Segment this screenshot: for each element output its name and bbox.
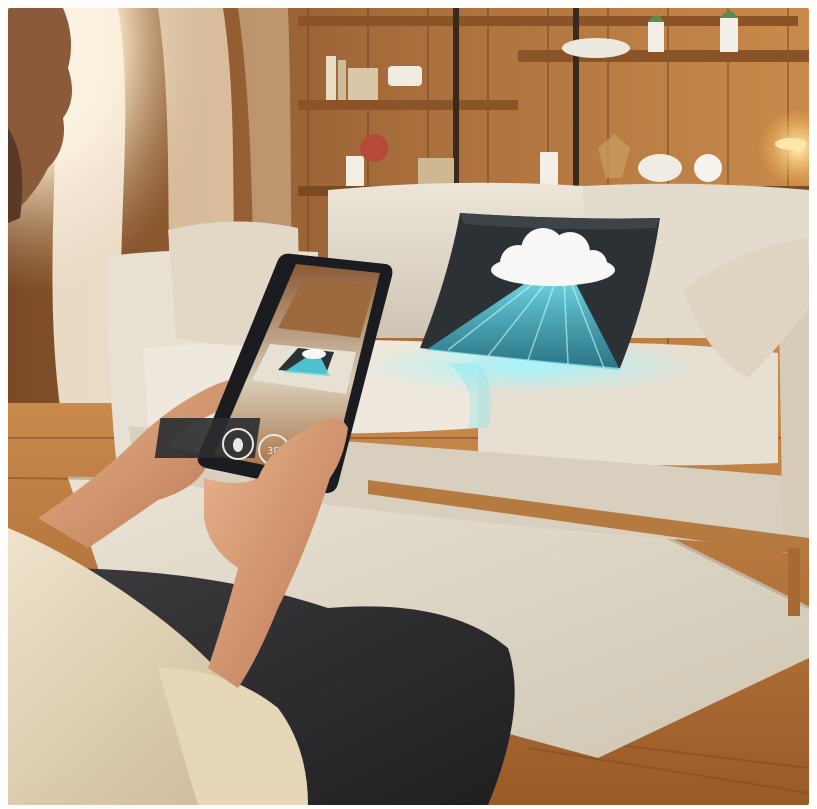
living-room-photo: 3D (8, 8, 809, 805)
photo-frame: 3D (8, 8, 809, 805)
